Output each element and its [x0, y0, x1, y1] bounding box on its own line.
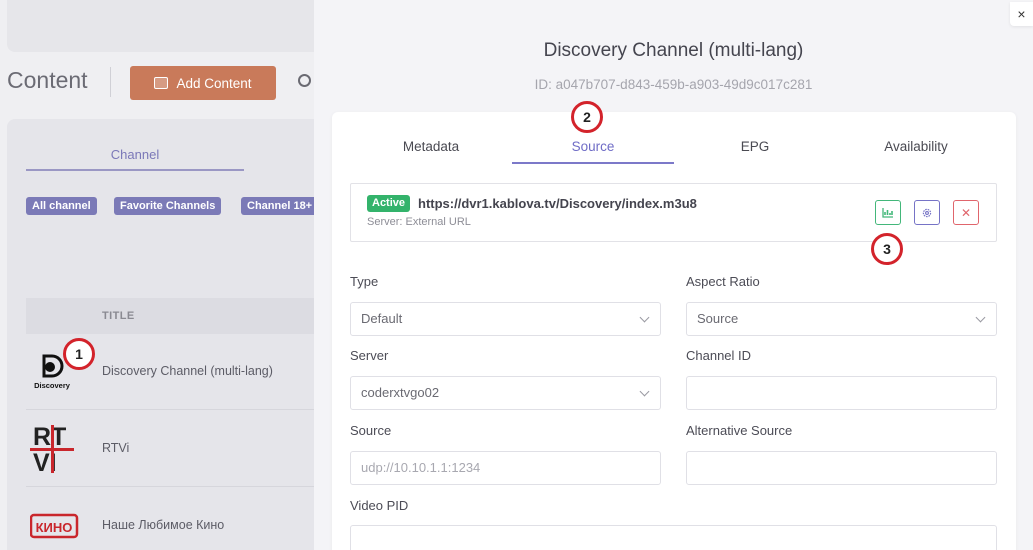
settings-button[interactable]: [914, 200, 940, 225]
chart-icon: [882, 208, 893, 218]
aspect-ratio-select[interactable]: Source: [686, 302, 997, 336]
tab-channel[interactable]: Channel: [26, 147, 244, 162]
type-label: Type: [350, 274, 379, 289]
svg-text:КИНО: КИНО: [36, 520, 73, 535]
tab-source[interactable]: Source: [512, 139, 674, 154]
active-tab-underline: [512, 162, 674, 164]
video-pid-input[interactable]: [350, 525, 997, 550]
modal-title: Discovery Channel (multi-lang): [543, 40, 804, 61]
search-icon[interactable]: [298, 74, 311, 87]
server-select[interactable]: coderxtvgo02: [350, 376, 661, 410]
table-row[interactable]: RT VI RTVi: [26, 411, 327, 487]
source-label: Source: [350, 423, 392, 438]
row-title: Discovery Channel (multi-lang): [102, 364, 273, 378]
server-label: Server: [350, 348, 389, 363]
tab-epg[interactable]: EPG: [674, 139, 836, 154]
source-server: Server: External URL: [367, 216, 471, 228]
tab-channel-underline: [26, 169, 244, 171]
step-marker-3: 3: [871, 233, 903, 265]
source-input[interactable]: udp://10.10.1.1:1234: [350, 451, 661, 485]
add-content-label: Add Content: [176, 75, 252, 91]
column-title: TITLE: [102, 310, 135, 322]
row-title: Наше Любимое Кино: [102, 518, 225, 532]
chip-channel-18[interactable]: Channel 18+: [241, 197, 319, 215]
rtvi-logo: RT VI: [30, 421, 76, 482]
table-header: TITLE: [26, 298, 327, 334]
tab-availability[interactable]: Availability: [835, 139, 997, 154]
delete-source-button[interactable]: ✕: [953, 200, 979, 225]
channel-id-label: Channel ID: [686, 348, 752, 363]
close-icon: ✕: [960, 205, 972, 220]
add-content-button[interactable]: Add Content: [130, 66, 276, 100]
kino-logo: КИНО: [29, 512, 80, 545]
alternative-source-input[interactable]: [686, 451, 997, 485]
image-icon: [154, 77, 169, 89]
step-marker-1: 1: [63, 338, 95, 370]
tab-metadata[interactable]: Metadata: [350, 139, 512, 154]
status-badge: Active: [367, 195, 411, 212]
row-title: RTVi: [102, 441, 130, 455]
svg-text:RT: RT: [33, 423, 66, 451]
table-row[interactable]: КИНО Наше Любимое Кино: [26, 488, 327, 550]
chip-favorite-channels[interactable]: Favorite Channels: [114, 197, 222, 215]
aspect-ratio-label: Aspect Ratio: [686, 274, 760, 289]
type-select[interactable]: Default: [350, 302, 661, 336]
page-title: Content: [7, 67, 88, 93]
channel-id-input[interactable]: [686, 376, 997, 410]
divider: [110, 67, 111, 97]
chip-all-channel[interactable]: All channel: [26, 197, 97, 215]
stats-button[interactable]: [875, 200, 901, 225]
close-icon[interactable]: ×: [1010, 2, 1033, 26]
svg-text:Discovery: Discovery: [34, 381, 71, 390]
step-marker-2: 2: [571, 101, 603, 133]
source-url: https://dvr1.kablova.tv/Discovery/index.…: [418, 196, 697, 211]
alternative-source-label: Alternative Source: [686, 423, 793, 438]
gear-icon: [922, 208, 932, 217]
channel-id-text: ID: a047b707-d843-459b-a903-49d9c017c281: [534, 77, 813, 92]
video-pid-label: Video PID: [350, 498, 409, 513]
top-bar: [7, 0, 327, 52]
